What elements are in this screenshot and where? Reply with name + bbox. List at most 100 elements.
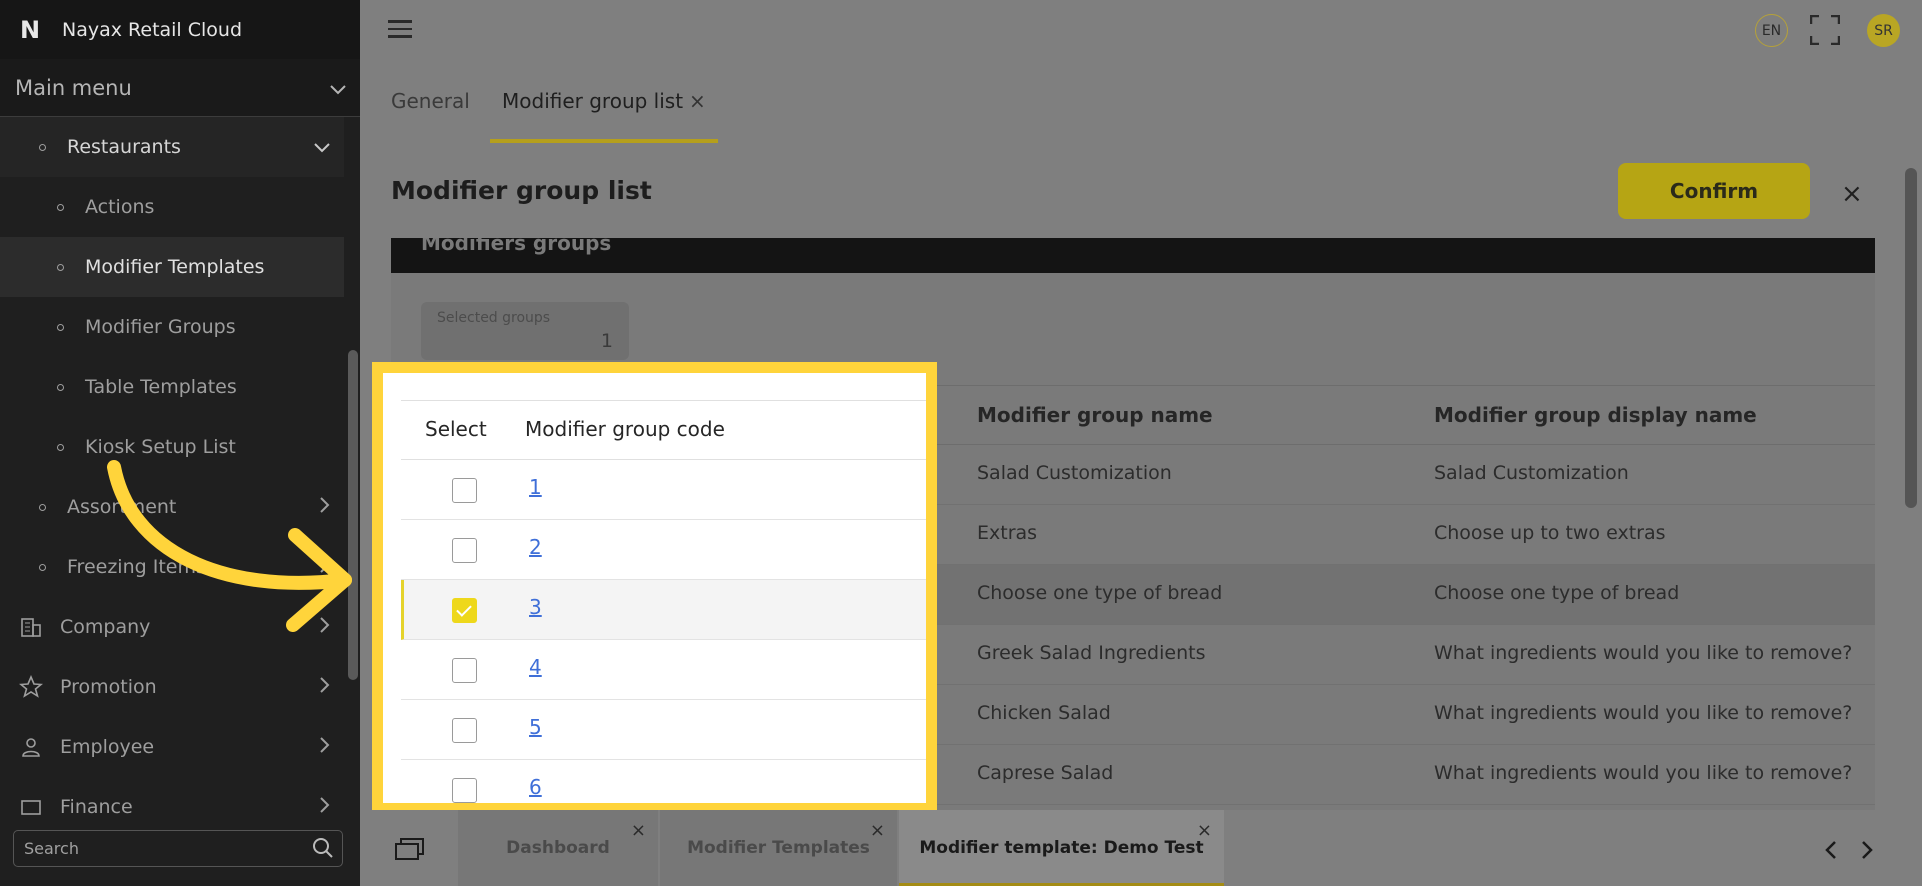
hamburger-menu-icon[interactable] bbox=[388, 20, 412, 38]
windows-icon[interactable] bbox=[395, 838, 425, 864]
cell-name: Salad Customization bbox=[977, 462, 1172, 484]
tab-label: General bbox=[391, 89, 470, 113]
table-row[interactable]: 1 bbox=[401, 460, 926, 520]
panel-scrollbar[interactable] bbox=[1905, 168, 1917, 508]
selected-groups-field: Selected groups 1 bbox=[421, 302, 629, 360]
table-row-selected[interactable]: 3 bbox=[401, 580, 926, 640]
close-icon[interactable]: × bbox=[1841, 179, 1863, 209]
table-header: Select Modifier group code bbox=[401, 400, 926, 460]
sidebar-item-employee[interactable]: Employee bbox=[0, 717, 344, 777]
sidebar-item-promotion[interactable]: Promotion bbox=[0, 657, 344, 717]
code-link[interactable]: 4 bbox=[529, 655, 542, 679]
search-icon[interactable] bbox=[312, 837, 334, 863]
sidebar-item-label: Table Templates bbox=[85, 376, 237, 398]
code-link[interactable]: 3 bbox=[529, 595, 542, 619]
sidebar-item-modifier-groups[interactable]: Modifier Groups bbox=[0, 297, 344, 357]
column-header-select: Select bbox=[425, 417, 487, 441]
close-icon[interactable]: × bbox=[631, 820, 646, 841]
user-avatar[interactable]: SR bbox=[1867, 14, 1900, 47]
star-icon bbox=[18, 674, 44, 700]
selected-groups-label: Selected groups bbox=[437, 310, 551, 326]
column-header-display-name: Modifier group display name bbox=[1434, 403, 1757, 427]
bottom-tab-label: Modifier Templates bbox=[687, 838, 870, 858]
bottom-tabbar: Dashboard × Modifier Templates × Modifie… bbox=[360, 810, 1922, 886]
section-header: Modifiers groups bbox=[391, 238, 1875, 273]
column-header-name: Modifier group name bbox=[977, 403, 1213, 427]
cell-display-name: What ingredients would you like to remov… bbox=[1434, 642, 1853, 664]
main-menu-label: Main menu bbox=[15, 75, 132, 100]
sidebar-item-label: Finance bbox=[60, 796, 133, 817]
bottom-tab-dashboard[interactable]: Dashboard × bbox=[458, 810, 658, 886]
building-icon bbox=[18, 614, 44, 640]
row-checkbox[interactable] bbox=[452, 478, 477, 503]
sidebar-search-input[interactable] bbox=[24, 839, 304, 858]
bullet-icon bbox=[39, 503, 46, 511]
chevron-right-icon bbox=[320, 736, 330, 758]
table-row[interactable]: 4 bbox=[401, 640, 926, 700]
nayax-logo-icon: N bbox=[20, 15, 40, 44]
section-title: Modifiers groups bbox=[421, 238, 612, 255]
tab-modifier-group-list[interactable]: Modifier group list × bbox=[490, 59, 718, 143]
row-checkbox[interactable] bbox=[452, 718, 477, 743]
bottom-tab-label: Dashboard bbox=[506, 838, 610, 858]
chevron-right-icon[interactable] bbox=[1861, 838, 1873, 866]
row-checkbox-checked[interactable] bbox=[452, 598, 477, 623]
cell-display-name: What ingredients would you like to remov… bbox=[1434, 762, 1853, 784]
table-row[interactable]: 6 bbox=[401, 760, 926, 803]
chevron-down-icon bbox=[314, 137, 330, 158]
code-link[interactable]: 2 bbox=[529, 535, 542, 559]
sidebar-item-label: Modifier Templates bbox=[85, 256, 265, 278]
sidebar-item-finance[interactable]: Finance bbox=[0, 777, 344, 817]
cell-display-name: Salad Customization bbox=[1434, 462, 1629, 484]
app-title: Nayax Retail Cloud bbox=[62, 18, 243, 41]
sidebar-item-label: Actions bbox=[85, 196, 155, 218]
close-icon[interactable]: × bbox=[689, 89, 706, 113]
row-checkbox[interactable] bbox=[452, 658, 477, 683]
sidebar-item-table-templates[interactable]: Table Templates bbox=[0, 357, 344, 417]
close-icon[interactable]: × bbox=[870, 820, 885, 841]
row-checkbox[interactable] bbox=[452, 538, 477, 563]
table-row[interactable]: 2 bbox=[401, 520, 926, 580]
code-link[interactable]: 5 bbox=[529, 715, 542, 739]
bullet-icon bbox=[39, 143, 46, 151]
close-icon[interactable]: × bbox=[1197, 820, 1212, 841]
code-link[interactable]: 1 bbox=[529, 475, 542, 499]
column-header-code: Modifier group code bbox=[525, 417, 725, 441]
cell-name: Chicken Salad bbox=[977, 702, 1111, 724]
fullscreen-icon[interactable] bbox=[1809, 14, 1841, 46]
bullet-icon bbox=[57, 203, 64, 211]
highlight-content: Select Modifier group code 1 2 3 4 5 6 bbox=[383, 373, 926, 803]
sidebar-item-label: Employee bbox=[60, 736, 155, 758]
bullet-icon bbox=[57, 383, 64, 391]
main-menu-toggle[interactable]: Main menu bbox=[0, 59, 360, 117]
person-icon bbox=[18, 734, 44, 760]
cell-name: Choose one type of bread bbox=[977, 582, 1223, 604]
table-row[interactable]: 5 bbox=[401, 700, 926, 760]
cell-name: Extras bbox=[977, 522, 1038, 544]
bullet-icon bbox=[57, 263, 64, 271]
brand[interactable]: N Nayax Retail Cloud bbox=[0, 0, 360, 59]
tab-general[interactable]: General bbox=[391, 59, 470, 143]
sidebar-item-restaurants[interactable]: Restaurants bbox=[0, 117, 344, 177]
highlight-callout: Select Modifier group code 1 2 3 4 5 6 bbox=[372, 362, 937, 814]
language-selector[interactable]: EN bbox=[1755, 14, 1788, 47]
bullet-icon bbox=[57, 323, 64, 331]
sidebar-item-modifier-templates[interactable]: Modifier Templates bbox=[0, 237, 344, 297]
code-link[interactable]: 6 bbox=[529, 775, 542, 799]
bottom-tab-modifier-template-demo-test[interactable]: Modifier template: Demo Test × bbox=[899, 810, 1224, 886]
bottom-tab-modifier-templates[interactable]: Modifier Templates × bbox=[660, 810, 897, 886]
chevron-down-icon bbox=[330, 76, 346, 100]
sidebar-item-actions[interactable]: Actions bbox=[0, 177, 344, 237]
row-checkbox[interactable] bbox=[452, 778, 477, 803]
cell-display-name: Choose up to two extras bbox=[1434, 522, 1666, 544]
selected-groups-value: 1 bbox=[600, 330, 613, 352]
tab-scroll-arrows bbox=[1825, 838, 1873, 866]
chevron-right-icon bbox=[320, 676, 330, 698]
page-tabs: General Modifier group list × bbox=[360, 59, 1922, 143]
pointer-arrow-icon bbox=[107, 460, 352, 632]
sidebar-search bbox=[13, 830, 343, 867]
sidebar-item-label: Restaurants bbox=[67, 136, 181, 158]
chevron-left-icon[interactable] bbox=[1825, 838, 1837, 866]
confirm-button[interactable]: Confirm bbox=[1618, 163, 1810, 219]
cell-name: Caprese Salad bbox=[977, 762, 1114, 784]
